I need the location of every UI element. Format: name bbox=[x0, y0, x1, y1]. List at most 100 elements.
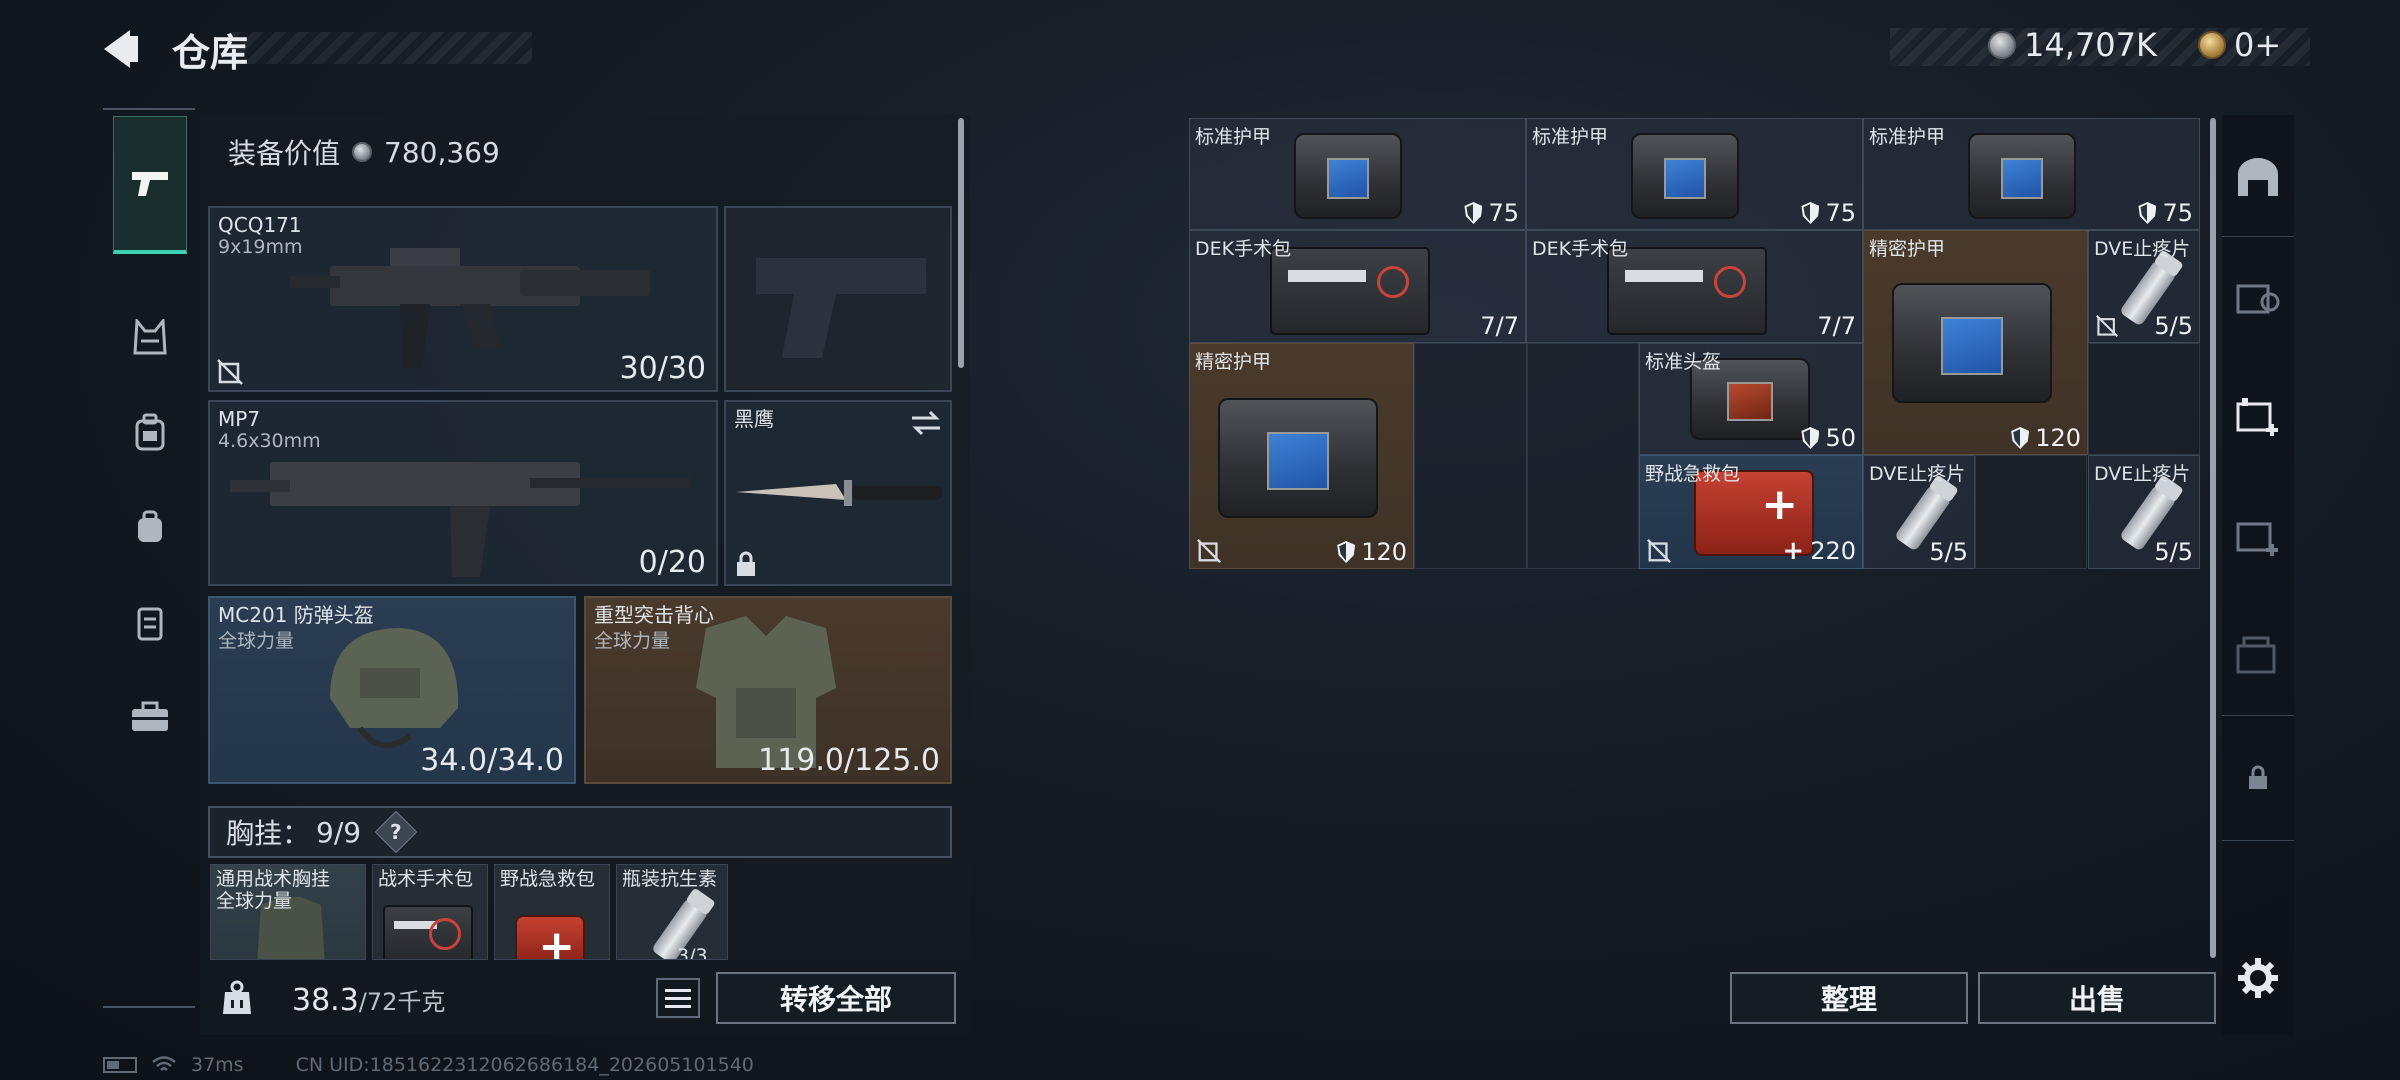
chest-item-sub: 全球力量 bbox=[216, 890, 293, 912]
silver-currency[interactable]: 14,707K bbox=[1988, 26, 2157, 64]
shield-icon bbox=[1337, 541, 1356, 563]
wifi-icon bbox=[152, 1056, 176, 1071]
knife-art bbox=[736, 480, 942, 506]
secondary-weapon-slot[interactable]: MP7 4.6x30mm 0/20 bbox=[208, 400, 718, 586]
storage-item-field-first-aid[interactable]: 野战急救包 +220 bbox=[1639, 455, 1863, 569]
primary-weapon-slot[interactable]: QCQ171 9x19mm 30/30 bbox=[208, 206, 718, 392]
storage-item-dve-painkiller[interactable]: DVE止疼片 5/5 bbox=[1863, 455, 1975, 569]
nav-container-tab[interactable] bbox=[113, 585, 187, 659]
transfer-all-button[interactable]: 转移全部 bbox=[716, 972, 956, 1024]
first-aid-kit-art bbox=[515, 915, 585, 959]
storage-item-standard-armor[interactable]: 标准护甲 75 bbox=[1189, 118, 1526, 230]
shield-icon bbox=[1801, 202, 1820, 224]
pistol-slot[interactable] bbox=[724, 206, 952, 392]
carry-weight-current: 38.3 bbox=[292, 983, 359, 1018]
back-button[interactable] bbox=[100, 26, 150, 72]
armor-slot[interactable]: 重型突击背心 全球力量 119.0/125.0 bbox=[584, 596, 952, 784]
empty-cell[interactable] bbox=[2088, 343, 2200, 455]
heal-plus-icon: + bbox=[1782, 536, 1805, 566]
gold-currency[interactable]: 0+ bbox=[2198, 26, 2281, 64]
ping-text: 37ms bbox=[191, 1054, 244, 1076]
item-name: 标准头盔 bbox=[1645, 351, 1722, 373]
chest-item-count: 3/3 bbox=[677, 945, 708, 960]
swap-icon[interactable] bbox=[910, 410, 942, 436]
storage-item-dve-painkiller[interactable]: DVE止疼片 5/5 bbox=[2088, 455, 2200, 569]
sell-button[interactable]: 出售 bbox=[1978, 972, 2216, 1024]
melee-name: 黑鹰 bbox=[734, 407, 774, 431]
settings-button[interactable] bbox=[2232, 952, 2284, 1004]
storage-item-standard-helmet[interactable]: 标准头盔 50 bbox=[1639, 343, 1863, 455]
item-value: 50 bbox=[1825, 424, 1856, 452]
storage-tab-2[interactable] bbox=[2232, 270, 2284, 322]
storage-item-precision-armor[interactable]: 精密护甲 120 bbox=[1189, 343, 1414, 569]
item-name: DVE止疼片 bbox=[1869, 463, 1966, 485]
storage-tab-main[interactable] bbox=[2232, 152, 2284, 204]
chest-rig-count: 9/9 bbox=[316, 815, 362, 849]
help-icon: ? bbox=[390, 819, 402, 844]
equipment-scrollbar[interactable] bbox=[958, 118, 964, 368]
sort-button[interactable]: 整理 bbox=[1730, 972, 1968, 1024]
lock-icon bbox=[737, 551, 755, 576]
pouch-icon bbox=[138, 510, 162, 542]
storage-item-standard-armor[interactable]: 标准护甲 75 bbox=[1526, 118, 1863, 230]
item-name: 精密护甲 bbox=[1195, 351, 1272, 373]
add-storage-tab-button-2[interactable] bbox=[2232, 510, 2284, 562]
storage-item-dek-surgical-kit[interactable]: DEK手术包 7/7 bbox=[1189, 230, 1526, 343]
storage-item-standard-armor[interactable]: 标准护甲 75 bbox=[1863, 118, 2200, 230]
equipment-value: 装备价值 780,369 bbox=[228, 132, 500, 172]
carry-weight-max: /72千克 bbox=[358, 988, 446, 1016]
empty-cell[interactable] bbox=[1975, 455, 2087, 569]
item-durability: 75 bbox=[1801, 199, 1856, 227]
armor-screen bbox=[2001, 157, 2043, 199]
list-view-button[interactable] bbox=[656, 978, 700, 1018]
item-name: DEK手术包 bbox=[1195, 238, 1292, 260]
storage-item-dve-painkiller[interactable]: DVE止疼片 5/5 bbox=[2088, 230, 2200, 343]
item-value: 5/5 bbox=[2154, 312, 2193, 340]
item-name: DEK手术包 bbox=[1532, 238, 1629, 260]
item-durability: 120 bbox=[2011, 424, 2081, 452]
item-name: 标准护甲 bbox=[1195, 126, 1272, 148]
weapon-ammo: 0/20 bbox=[638, 545, 706, 580]
chest-item-name: 瓶装抗生素 bbox=[622, 868, 718, 890]
weight-lock-button[interactable] bbox=[214, 975, 260, 1021]
empty-cell[interactable] bbox=[1414, 343, 1527, 569]
armor-screen bbox=[1266, 432, 1330, 491]
list-icon-line bbox=[665, 988, 691, 992]
chest-item-name: 通用战术胸挂 bbox=[216, 868, 331, 890]
storage-item-dek-surgical-kit[interactable]: DEK手术包 7/7 bbox=[1526, 230, 1863, 343]
storage-tab-locked-box[interactable] bbox=[2232, 630, 2284, 682]
no-repair-icon bbox=[1647, 539, 1671, 563]
item-value: 5/5 bbox=[2154, 538, 2193, 566]
add-storage-tab-button[interactable] bbox=[2232, 390, 2284, 442]
chest-item-slot[interactable]: 瓶装抗生素 3/3 bbox=[616, 864, 728, 960]
chest-rig-slot[interactable]: 通用战术胸挂 全球力量 bbox=[210, 864, 366, 960]
helmet-screen bbox=[1726, 381, 1774, 421]
nav-top-divider bbox=[103, 108, 195, 110]
tab-divider bbox=[2222, 840, 2294, 841]
armor-durability: 119.0/125.0 bbox=[758, 743, 940, 778]
silver-coin-icon bbox=[352, 142, 373, 162]
item-name: 标准护甲 bbox=[1869, 126, 1946, 148]
nav-weapons-tab[interactable] bbox=[113, 116, 187, 254]
empty-cell[interactable] bbox=[1527, 343, 1639, 569]
storage-tab-locked[interactable] bbox=[2232, 752, 2284, 804]
nav-chest-rig-tab[interactable] bbox=[113, 300, 187, 374]
shield-icon bbox=[1801, 427, 1820, 449]
helmet-slot[interactable]: MC201 防弹头盔 全球力量 34.0/34.0 bbox=[208, 596, 576, 784]
category-nav bbox=[103, 108, 195, 1008]
chest-item-slot[interactable]: 战术手术包 bbox=[372, 864, 488, 960]
list-icon-line bbox=[665, 1004, 691, 1008]
melee-slot[interactable]: 黑鹰 bbox=[724, 400, 952, 586]
chest-rig-icon bbox=[133, 319, 167, 355]
item-heal: +220 bbox=[1782, 536, 1856, 566]
nav-pouch-tab[interactable] bbox=[113, 490, 187, 564]
nav-backpack-tab[interactable] bbox=[113, 395, 187, 469]
chest-item-slot[interactable]: 野战急救包 bbox=[494, 864, 610, 960]
armor-screen bbox=[1664, 157, 1706, 199]
help-button[interactable]: ? bbox=[374, 810, 418, 854]
silver-amount: 14,707K bbox=[2024, 26, 2157, 64]
storage-item-precision-armor[interactable]: 精密护甲 120 bbox=[1863, 230, 2088, 455]
nav-toolbox-tab[interactable] bbox=[113, 680, 187, 754]
item-value: 75 bbox=[1488, 199, 1519, 227]
storage-scrollbar[interactable] bbox=[2210, 118, 2216, 958]
